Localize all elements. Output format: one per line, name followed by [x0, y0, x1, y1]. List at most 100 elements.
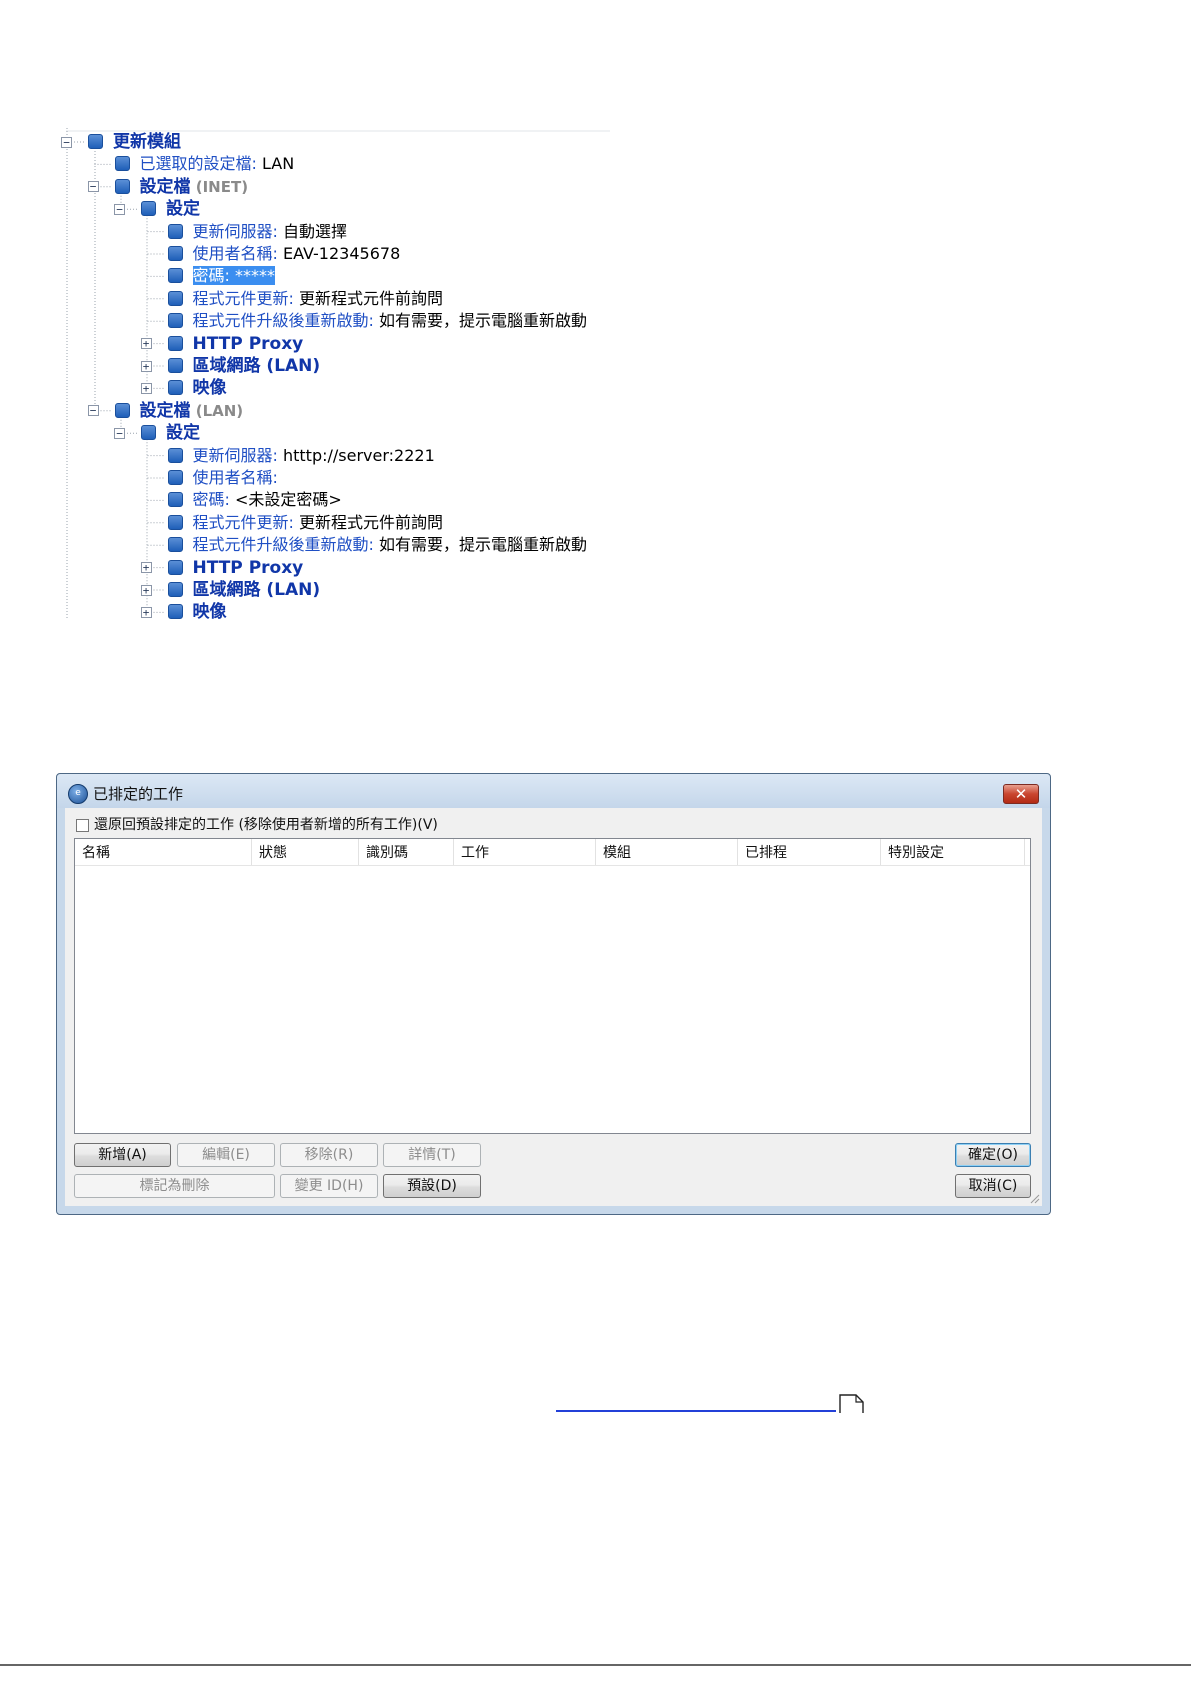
node-label: 密碼:: [192, 266, 230, 286]
node-label: HTTP Proxy: [192, 557, 304, 578]
column-header-status[interactable]: 狀態: [252, 839, 359, 865]
mark-for-deletion-button[interactable]: 標記為刪除: [74, 1174, 275, 1198]
node-bullet-icon: [114, 178, 130, 194]
restore-default-row[interactable]: 還原回預設排定的工作 (移除使用者新增的所有工作)(V): [76, 814, 438, 833]
settings-tree: 更新模組 − 已選取的設定檔: LAN 設定檔 (INET) − 設定 − 更新伺服器: 自動…: [0, 0, 700, 680]
tree-node-n13[interactable]: 設定: [141, 422, 200, 444]
expand-icon[interactable]: +: [140, 562, 152, 574]
restore-default-checkbox[interactable]: [76, 818, 89, 832]
tree-node-n8[interactable]: 程式元件升級後重新啟動: 如有需要，提示電腦重新啟動: [167, 310, 588, 332]
expand-icon[interactable]: +: [140, 338, 152, 350]
edit-button[interactable]: 編輯(E): [177, 1143, 275, 1167]
node-value: 更新程式元件前詢問: [293, 288, 443, 308]
node-bullet-icon: [167, 223, 183, 239]
add-button[interactable]: 新增(A): [74, 1143, 171, 1167]
node-value: LAN: [256, 154, 295, 174]
node-bullet-icon: [167, 604, 183, 620]
remove-button[interactable]: 移除(R): [280, 1143, 378, 1167]
node-label: 程式元件升級後重新啟動:: [192, 535, 374, 555]
tree-node-n6[interactable]: 密碼: *****: [167, 265, 275, 287]
ok-button[interactable]: 確定(O): [955, 1143, 1031, 1167]
tree-node-n18[interactable]: 程式元件升級後重新啟動: 如有需要，提示電腦重新啟動: [167, 534, 587, 556]
title-bar[interactable]: e 已排定的工作 ✕: [57, 774, 1050, 808]
node-label: 設定檔: [139, 400, 191, 421]
change-id-button[interactable]: 變更 ID(H): [280, 1174, 378, 1198]
tree-node-n5[interactable]: 使用者名稱: EAV-12345678: [167, 243, 401, 265]
collapse-icon[interactable]: −: [87, 405, 99, 417]
cancel-button[interactable]: 取消(C): [955, 1174, 1031, 1198]
node-label: 更新伺服器:: [192, 445, 278, 465]
collapse-icon[interactable]: −: [114, 427, 125, 439]
collapse-icon[interactable]: −: [114, 203, 125, 215]
dialog-body: 還原回預設排定的工作 (移除使用者新增的所有工作)(V) 名稱 狀態 識別碼 工…: [65, 808, 1042, 1206]
node-label: 設定: [166, 423, 200, 444]
tree-node-n17[interactable]: 程式元件更新: 更新程式元件前詢問: [167, 512, 443, 534]
expand-icon[interactable]: +: [140, 606, 152, 618]
column-header-special-settings[interactable]: 特別設定: [881, 839, 1025, 865]
collapse-icon[interactable]: −: [61, 136, 72, 148]
node-label: 程式元件更新:: [192, 288, 294, 308]
node-suffix: (INET): [190, 177, 249, 196]
hyperlink-underline[interactable]: [556, 1394, 836, 1412]
resize-grip-icon[interactable]: [1028, 1192, 1040, 1204]
node-bullet-icon: [141, 425, 156, 441]
tree-node-n9[interactable]: HTTP Proxy: [167, 333, 304, 355]
tree-node-n11[interactable]: 映像: [167, 377, 227, 399]
tree-node-n3[interactable]: 設定: [141, 198, 200, 220]
node-text: 程式元件升級後重新啟動: 如有需要，提示電腦重新啟動: [193, 311, 588, 330]
tree-node-n10[interactable]: 區域網路 (LAN): [167, 355, 321, 377]
column-header-scheduled[interactable]: 已排程: [738, 839, 881, 865]
node-bullet-icon: [167, 492, 183, 508]
app-icon: e: [68, 784, 88, 804]
expand-icon[interactable]: +: [140, 360, 152, 372]
node-text: 程式元件更新: 更新程式元件前詢問: [193, 289, 444, 308]
list-header: 名稱 狀態 識別碼 工作 模組 已排程 特別設定: [75, 839, 1030, 866]
node-bullet-icon: [167, 246, 183, 261]
node-text: 區域網路 (LAN): [192, 356, 321, 376]
node-label: 使用者名稱:: [192, 244, 278, 263]
node-bullet-icon: [167, 380, 183, 396]
node-bullet-icon: [167, 537, 183, 553]
tree-node-n16[interactable]: 密碼: <未設定密碼>: [167, 489, 342, 511]
node-label: 映像: [192, 378, 227, 399]
node-label: 區域網路 (LAN): [192, 356, 321, 376]
tree-node-n0[interactable]: 更新模組: [88, 131, 181, 153]
node-label: 程式元件升級後重新啟動:: [192, 311, 374, 331]
column-header-task[interactable]: 工作: [454, 839, 596, 865]
tree-node-n1[interactable]: 已選取的設定檔: LAN: [114, 153, 295, 175]
node-text: 設定檔 (LAN): [139, 400, 244, 421]
node-text: 設定: [166, 423, 200, 444]
node-value: EAV-12345678: [277, 244, 401, 263]
column-header-id[interactable]: 識別碼: [359, 839, 454, 865]
node-value: 如有需要，提示電腦重新啟動: [373, 311, 587, 331]
node-bullet-icon: [167, 335, 183, 351]
node-suffix: (LAN): [190, 401, 244, 420]
tree-node-n15[interactable]: 使用者名稱:: [167, 467, 278, 489]
node-label: 已選取的設定檔:: [139, 154, 257, 174]
collapse-icon[interactable]: −: [87, 181, 99, 193]
tree-node-n12[interactable]: 設定檔 (LAN): [114, 400, 244, 422]
node-text: 更新伺服器: 自動選擇: [193, 222, 348, 241]
column-header-module[interactable]: 模組: [596, 839, 738, 865]
scheduled-tasks-list[interactable]: 名稱 狀態 識別碼 工作 模組 已排程 特別設定: [74, 838, 1031, 1134]
tree-node-n21[interactable]: 映像: [167, 601, 227, 623]
node-text: 映像: [192, 378, 227, 399]
column-header-name[interactable]: 名稱: [75, 839, 252, 865]
node-text: 設定: [166, 199, 200, 219]
tree-node-n4[interactable]: 更新伺服器: 自動選擇: [167, 221, 348, 243]
expand-icon[interactable]: +: [140, 382, 152, 394]
close-button[interactable]: ✕: [1003, 784, 1039, 804]
default-button[interactable]: 預設(D): [383, 1174, 481, 1198]
tree-node-n20[interactable]: 區域網路 (LAN): [167, 579, 320, 601]
node-text: HTTP Proxy: [193, 334, 304, 354]
tree-node-n14[interactable]: 更新伺服器: htttp://server:2221: [167, 445, 435, 467]
node-bullet-icon: [167, 514, 183, 530]
details-button[interactable]: 詳情(T): [383, 1143, 481, 1167]
expand-icon[interactable]: +: [140, 584, 152, 596]
node-bullet-icon: [167, 559, 183, 575]
tree-node-n2[interactable]: 設定檔 (INET): [114, 176, 249, 198]
node-bullet-icon: [88, 134, 103, 149]
node-bullet-icon: [114, 156, 130, 172]
tree-node-n7[interactable]: 程式元件更新: 更新程式元件前詢問: [167, 288, 444, 310]
tree-node-n19[interactable]: HTTP Proxy: [167, 557, 304, 579]
